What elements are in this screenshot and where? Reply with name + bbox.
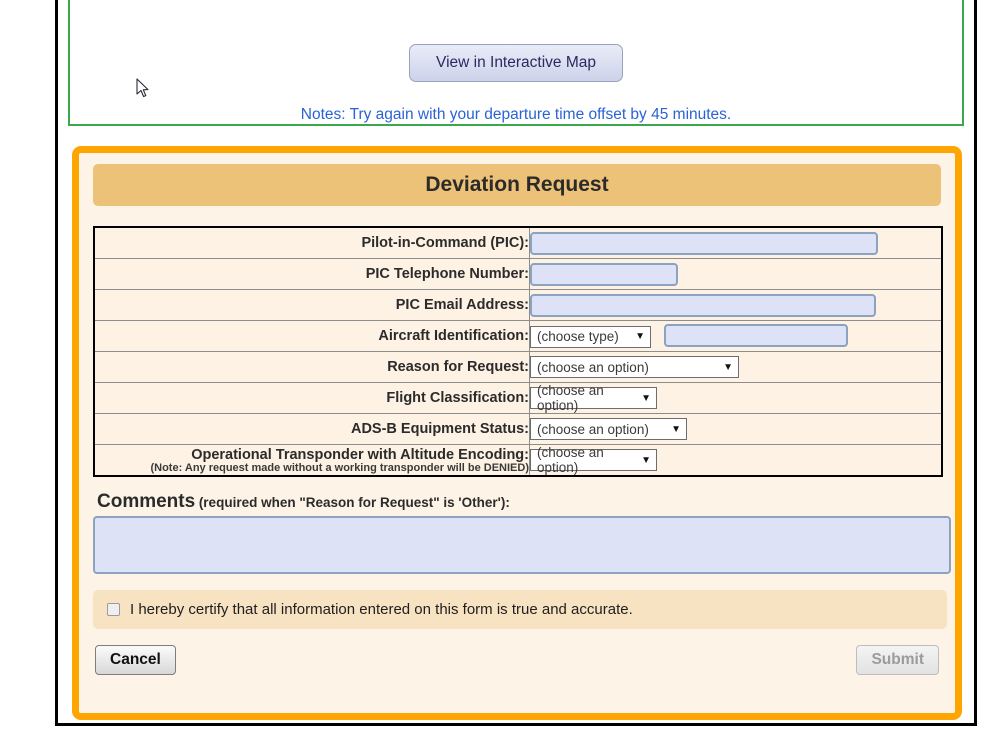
pic-name-input[interactable] (530, 232, 878, 255)
label-transponder-note: (Note: Any request made without a workin… (95, 462, 529, 474)
label-flight-classification: Flight Classification: (94, 383, 530, 414)
field-flight-classification: (choose an option) ▼ (530, 383, 943, 414)
form-row-transponder: Operational Transponder with Altitude En… (94, 445, 942, 477)
chevron-down-icon: ▼ (723, 362, 733, 373)
label-adsb: ADS-B Equipment Status: (94, 414, 530, 445)
deviation-request-panel: Deviation Request Pilot-in-Command (PIC)… (72, 146, 962, 720)
pic-telephone-input[interactable] (530, 263, 678, 286)
transponder-select[interactable]: (choose an option) ▼ (530, 449, 657, 471)
field-aircraft-id: (choose type) ▼ (530, 321, 943, 352)
deviation-form-table: Pilot-in-Command (PIC): PIC Telephone Nu… (93, 226, 943, 477)
certify-checkbox[interactable] (107, 603, 120, 616)
certify-row: I hereby certify that all information en… (93, 590, 947, 629)
label-pic-email: PIC Email Address: (94, 290, 530, 321)
comments-heading-main: Comments (97, 491, 195, 512)
field-transponder: (choose an option) ▼ (530, 445, 943, 477)
comments-textarea[interactable] (93, 516, 951, 574)
view-in-interactive-map-button[interactable]: View in Interactive Map (409, 44, 623, 82)
map-button-row: View in Interactive Map (70, 44, 962, 82)
form-footer: Cancel Submit (93, 645, 941, 675)
results-notes: Notes: Try again with your departure tim… (70, 106, 962, 124)
chevron-down-icon: ▼ (641, 393, 651, 404)
label-reason: Reason for Request: (94, 352, 530, 383)
form-row-pic: Pilot-in-Command (PIC): (94, 227, 942, 259)
form-row-adsb: ADS-B Equipment Status: (choose an optio… (94, 414, 942, 445)
certify-label: I hereby certify that all information en… (130, 601, 633, 618)
form-row-reason: Reason for Request: (choose an option) ▼ (94, 352, 942, 383)
adsb-equipment-status-select[interactable]: (choose an option) ▼ (530, 418, 687, 440)
field-pic-email (530, 290, 943, 321)
pic-email-input[interactable] (530, 294, 876, 317)
form-row-pic-email: PIC Email Address: (94, 290, 942, 321)
form-row-pic-phone: PIC Telephone Number: (94, 259, 942, 290)
chevron-down-icon: ▼ (671, 424, 681, 435)
field-pic (530, 227, 943, 259)
reason-for-request-select[interactable]: (choose an option) ▼ (530, 356, 739, 378)
transponder-select-value: (choose an option) (537, 445, 631, 475)
label-pic-phone: PIC Telephone Number: (94, 259, 530, 290)
comments-heading-note: (required when "Reason for Request" is '… (199, 495, 510, 510)
results-panel: KGRB 44.4846 -88.1297 16:00 8 8 Terminal (68, 0, 964, 126)
page-frame: KGRB 44.4846 -88.1297 16:00 8 8 Terminal (55, 0, 977, 726)
comments-heading: Comments (required when "Reason for Requ… (97, 491, 941, 513)
reason-for-request-select-value: (choose an option) (537, 360, 649, 375)
form-row-aircraft-id: Aircraft Identification: (choose type) ▼ (94, 321, 942, 352)
deviation-request-title: Deviation Request (93, 164, 941, 206)
field-reason: (choose an option) ▼ (530, 352, 943, 383)
flight-classification-select-value: (choose an option) (537, 383, 631, 413)
field-pic-phone (530, 259, 943, 290)
aircraft-type-select[interactable]: (choose type) ▼ (530, 326, 651, 348)
flight-classification-select[interactable]: (choose an option) ▼ (530, 387, 657, 409)
label-aircraft-id: Aircraft Identification: (94, 321, 530, 352)
form-row-flight-classification: Flight Classification: (choose an option… (94, 383, 942, 414)
aircraft-type-select-value: (choose type) (537, 329, 619, 344)
cancel-button[interactable]: Cancel (95, 645, 176, 675)
label-transponder-text: Operational Transponder with Altitude En… (191, 447, 529, 463)
label-transponder: Operational Transponder with Altitude En… (94, 445, 530, 477)
chevron-down-icon: ▼ (641, 455, 651, 466)
submit-button[interactable]: Submit (856, 645, 939, 675)
aircraft-identification-input[interactable] (664, 324, 848, 347)
label-pic: Pilot-in-Command (PIC): (94, 227, 530, 259)
chevron-down-icon: ▼ (635, 331, 645, 342)
field-adsb: (choose an option) ▼ (530, 414, 943, 445)
adsb-equipment-status-select-value: (choose an option) (537, 422, 649, 437)
